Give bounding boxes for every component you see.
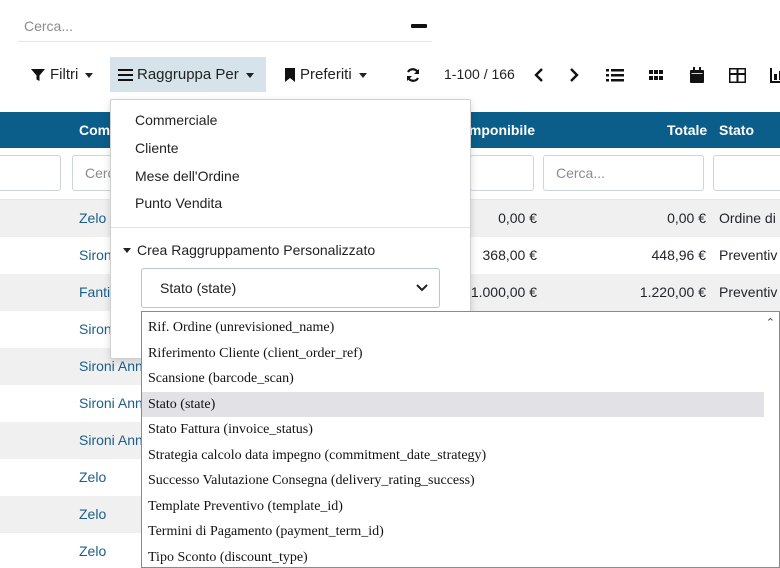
chevron-left-icon — [534, 68, 543, 82]
pager-next-button[interactable] — [563, 64, 585, 86]
pager-value[interactable]: 1-100 / 166 — [444, 66, 515, 82]
field-options-list[interactable]: Rif. Ordine (unrevisioned_name) Riferimen… — [141, 311, 780, 568]
chevron-down-icon — [85, 73, 94, 78]
filter-input-first[interactable] — [0, 155, 61, 191]
custom-group-select[interactable]: Stato (state) — [141, 268, 440, 308]
field-option[interactable]: Template Preventivo (template_id) — [142, 494, 764, 520]
cell-stato: Preventiv — [719, 247, 778, 263]
column-header-totale[interactable]: Totale — [667, 122, 707, 138]
cell-imponibile: 368,00 € — [482, 247, 538, 263]
group-by-option-punto-vendita[interactable]: Punto Vendita — [135, 195, 222, 211]
search-bar — [18, 10, 432, 42]
filter-icon — [31, 68, 45, 81]
column-header-imponibile[interactable]: Imponibile — [465, 122, 535, 138]
graph-view-button[interactable] — [766, 64, 780, 86]
list-view-icon — [606, 69, 624, 82]
filter-input-imponibile[interactable] — [470, 155, 534, 191]
field-option[interactable]: Termini di Pagamento (payment_term_id) — [142, 519, 764, 545]
grid-view-icon — [649, 70, 663, 80]
column-header-stato[interactable]: Stato — [719, 122, 754, 138]
chart-icon — [770, 67, 780, 83]
scroll-up-arrow-icon[interactable]: ⌃ — [766, 316, 775, 329]
group-by-label: Raggruppa Per — [137, 66, 239, 83]
field-option[interactable]: Stato (state) — [142, 391, 764, 417]
table-icon — [728, 67, 746, 83]
cell-totale: 0,00 € — [667, 210, 706, 226]
kanban-view-button[interactable] — [645, 64, 667, 86]
group-by-option-commerciale[interactable]: Commerciale — [135, 112, 217, 128]
cell-commerciale: Zelo — [79, 210, 107, 226]
chevron-down-icon — [358, 73, 367, 78]
chevron-down-icon — [416, 284, 428, 292]
filters-button[interactable]: Filtri — [22, 57, 101, 92]
refresh-button[interactable] — [402, 64, 424, 86]
field-option[interactable]: Stato Fattura (invoice_status) — [142, 417, 764, 443]
list-view-button[interactable] — [604, 64, 626, 86]
field-option[interactable]: Rif. Ordine (unrevisioned_name) — [142, 315, 764, 341]
cell-commerciale: Zelo — [79, 469, 107, 485]
group-by-option-cliente[interactable]: Cliente — [135, 140, 179, 156]
cell-totale: 448,96 € — [651, 247, 707, 263]
field-option[interactable]: Scansione (barcode_scan) — [142, 366, 764, 392]
search-dash-indicator — [411, 24, 427, 28]
favorites-button[interactable]: Preferiti — [276, 57, 375, 92]
field-option[interactable]: Strategia calcolo data impegno (commitme… — [142, 443, 764, 469]
pivot-view-button[interactable] — [726, 64, 748, 86]
cell-imponibile: 0,00 € — [498, 210, 537, 226]
cell-totale: 1.220,00 € — [639, 284, 706, 300]
filter-input-stato[interactable] — [713, 155, 780, 191]
filter-input-totale[interactable]: Cerca... — [543, 155, 704, 191]
field-option[interactable]: Riferimento Cliente (client_order_ref) — [142, 341, 764, 367]
filters-label: Filtri — [50, 66, 79, 83]
cell-commerciale: Zelo — [79, 506, 107, 522]
group-by-button[interactable]: Raggruppa Per — [110, 57, 266, 92]
custom-group-toggle[interactable]: Crea Raggruppamento Personalizzato — [123, 242, 375, 258]
cell-imponibile: 1.000,00 € — [470, 284, 537, 300]
cell-stato: Ordine di — [719, 210, 776, 226]
caret-down-icon — [123, 247, 131, 253]
pager-previous-button[interactable] — [528, 64, 550, 86]
calendar-icon — [690, 67, 704, 83]
chevron-down-icon — [245, 73, 254, 78]
list-bars-icon — [118, 68, 133, 81]
cell-commerciale: Zelo — [79, 543, 107, 559]
bookmark-icon — [285, 67, 295, 82]
search-input[interactable] — [24, 14, 404, 38]
cell-commerciale: Fanti — [79, 284, 111, 300]
field-option[interactable]: Tipo Sconto (discount_type) — [142, 545, 764, 568]
favorites-label: Preferiti — [300, 66, 352, 83]
refresh-icon — [406, 68, 420, 82]
calendar-view-button[interactable] — [686, 64, 708, 86]
cell-stato: Preventiv — [719, 284, 778, 300]
chevron-right-icon — [570, 68, 579, 82]
group-by-option-mese-ordine[interactable]: Mese dell'Ordine — [135, 168, 240, 184]
dropdown-divider — [111, 227, 470, 228]
cell-commerciale: Sironi Ann — [79, 395, 143, 411]
custom-group-label: Crea Raggruppamento Personalizzato — [137, 242, 376, 258]
cell-commerciale: Sironi Ann — [79, 432, 143, 448]
custom-group-select-value: Stato (state) — [160, 280, 237, 296]
cell-commerciale: Sironi Ann — [79, 358, 143, 374]
field-option[interactable]: Successo Valutazione Consegna (delivery_… — [142, 468, 764, 494]
